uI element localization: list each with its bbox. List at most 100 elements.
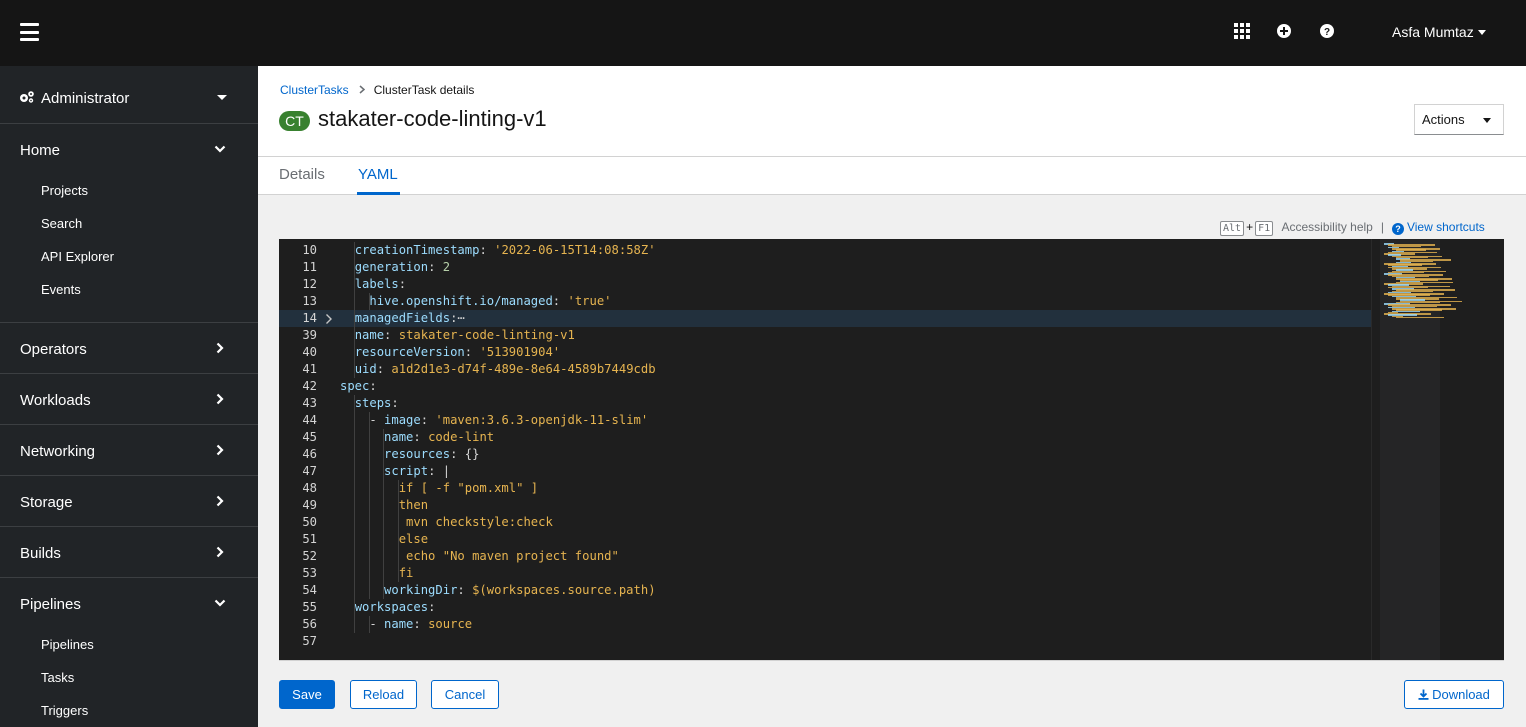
indent-guide: [368, 548, 370, 565]
code-line[interactable]: 50 mvn checkstyle:check: [279, 514, 1371, 531]
nav-item-projects[interactable]: Projects: [0, 174, 258, 207]
tab-details[interactable]: Details: [279, 166, 325, 183]
code-text: script: |: [384, 464, 451, 478]
reload-button[interactable]: Reload: [350, 680, 417, 709]
nav-builds-toggle[interactable]: Builds: [0, 527, 258, 577]
code-line[interactable]: 46 resources: {}: [279, 446, 1371, 463]
perspective-switcher[interactable]: Administrator: [0, 66, 258, 124]
code-text: resources: {}: [384, 447, 480, 461]
nav-storage-toggle[interactable]: Storage: [0, 476, 258, 526]
indent-guide: [368, 429, 370, 446]
minimap[interactable]: [1371, 239, 1504, 660]
indent-guide: [354, 514, 355, 531]
tab-yaml[interactable]: YAML: [358, 166, 398, 183]
user-menu[interactable]: Asfa Mumtaz: [1392, 24, 1486, 40]
grid-icon[interactable]: [1234, 23, 1250, 39]
code-line[interactable]: 40 resourceVersion: '513901904': [279, 344, 1371, 361]
code-line[interactable]: 12 labels:: [279, 276, 1371, 293]
indent-guide: [354, 480, 355, 497]
nav-workloads-label: Workloads: [20, 392, 91, 409]
plus-circle-icon[interactable]: [1276, 23, 1292, 39]
indent-guide: [368, 497, 370, 514]
menu-icon[interactable]: [20, 23, 39, 41]
code-line[interactable]: 47 script: |: [279, 463, 1371, 480]
indent-guide: [354, 327, 355, 344]
code-line[interactable]: 52 echo "No maven project found": [279, 548, 1371, 565]
line-number: 57: [302, 634, 317, 648]
actions-label: Actions: [1422, 112, 1465, 127]
save-button[interactable]: Save: [279, 680, 335, 709]
nav-section-builds: Builds: [0, 527, 258, 578]
line-number: 41: [302, 362, 317, 376]
nav-item-search[interactable]: Search: [0, 207, 258, 240]
yaml-editor[interactable]: 10 creationTimestamp: '2022-06-15T14:08:…: [279, 239, 1504, 660]
line-number: 42: [302, 379, 317, 393]
code-line[interactable]: 11 generation: 2: [279, 259, 1371, 276]
code-line[interactable]: 53 fi: [279, 565, 1371, 582]
nav-section-networking: Networking: [0, 425, 258, 476]
nav-item-api-explorer[interactable]: API Explorer: [0, 240, 258, 273]
nav-section-storage: Storage: [0, 476, 258, 527]
actions-dropdown[interactable]: Actions: [1414, 104, 1504, 135]
code-line[interactable]: 55 workspaces:: [279, 599, 1371, 616]
indent-guide: [383, 582, 385, 599]
indent-guide: [383, 429, 385, 446]
indent-guide: [398, 565, 400, 582]
chevron-right-icon: [216, 495, 224, 507]
code-line[interactable]: 41 uid: a1d2d1e3-d74f-489e-8e64-4589b744…: [279, 361, 1371, 378]
breadcrumb: ClusterTasks ClusterTask details: [280, 83, 474, 97]
indent-guide: [383, 514, 385, 531]
code-line[interactable]: 45 name: code-lint: [279, 429, 1371, 446]
help-icon[interactable]: ?: [1319, 23, 1335, 39]
code-line[interactable]: 48 if [ -f "pom.xml" ]: [279, 480, 1371, 497]
nav-pipelines-toggle[interactable]: Pipelines: [0, 578, 258, 628]
nav-item-pipelines[interactable]: Pipelines: [0, 628, 258, 661]
code-text: name: code-lint: [384, 430, 495, 444]
code-text: hive.openshift.io/managed: 'true': [369, 294, 612, 308]
code-text: - name: source: [369, 617, 473, 631]
code-line[interactable]: 56 - name: source: [279, 616, 1371, 633]
cogs-icon: [20, 91, 34, 103]
indent-guide: [383, 463, 385, 480]
accessibility-help-text: Accessibility help: [1281, 220, 1373, 234]
code-line[interactable]: 39 name: stakater-code-linting-v1: [279, 327, 1371, 344]
code-line[interactable]: 42 spec:: [279, 378, 1371, 395]
code-line[interactable]: 13 hive.openshift.io/managed: 'true': [279, 293, 1371, 310]
view-shortcuts-link[interactable]: ? View shortcuts: [1391, 220, 1485, 235]
nav-networking-label: Networking: [20, 443, 96, 460]
nav-workloads-toggle[interactable]: Workloads: [0, 374, 258, 424]
indent-guide: [354, 531, 355, 548]
indent-guide: [354, 293, 355, 310]
indent-guide: [354, 412, 355, 429]
divider: [279, 660, 1504, 661]
indent-guide: [354, 446, 355, 463]
nav-item-triggers[interactable]: Triggers: [0, 694, 258, 727]
nav-home-toggle[interactable]: Home: [0, 124, 258, 174]
nav-item-events[interactable]: Events: [0, 273, 258, 306]
cancel-button[interactable]: Cancel: [431, 680, 499, 709]
chevron-right-icon: [216, 342, 224, 354]
nav-networking-toggle[interactable]: Networking: [0, 425, 258, 475]
code-line[interactable]: 10 creationTimestamp: '2022-06-15T14:08:…: [279, 242, 1371, 259]
nav-item-tasks[interactable]: Tasks: [0, 661, 258, 694]
line-number: 54: [302, 583, 317, 597]
line-number: 50: [302, 515, 317, 529]
indent-guide: [354, 310, 355, 327]
perspective-label: Administrator: [41, 90, 130, 107]
code-line[interactable]: 14 managedFields:⋯: [279, 310, 1371, 327]
code-line[interactable]: 49 then: [279, 497, 1371, 514]
download-button[interactable]: Download: [1404, 680, 1504, 709]
code-line[interactable]: 54 workingDir: $(workspaces.source.path): [279, 582, 1371, 599]
code-line[interactable]: 57: [279, 633, 1371, 650]
indent-guide: [398, 548, 400, 565]
resource-badge: CT: [279, 111, 310, 131]
breadcrumb-current: ClusterTask details: [373, 83, 475, 97]
code-line[interactable]: 44 - image: 'maven:3.6.3-openjdk-11-slim…: [279, 412, 1371, 429]
breadcrumb-link-clustertasks[interactable]: ClusterTasks: [280, 83, 349, 97]
minimap-line: [1396, 316, 1444, 319]
code-line[interactable]: 43 steps:: [279, 395, 1371, 412]
nav-operators-toggle[interactable]: Operators: [0, 323, 258, 373]
line-number: 10: [302, 243, 317, 257]
code-line[interactable]: 51 else: [279, 531, 1371, 548]
fold-chevron-icon[interactable]: [325, 313, 333, 325]
